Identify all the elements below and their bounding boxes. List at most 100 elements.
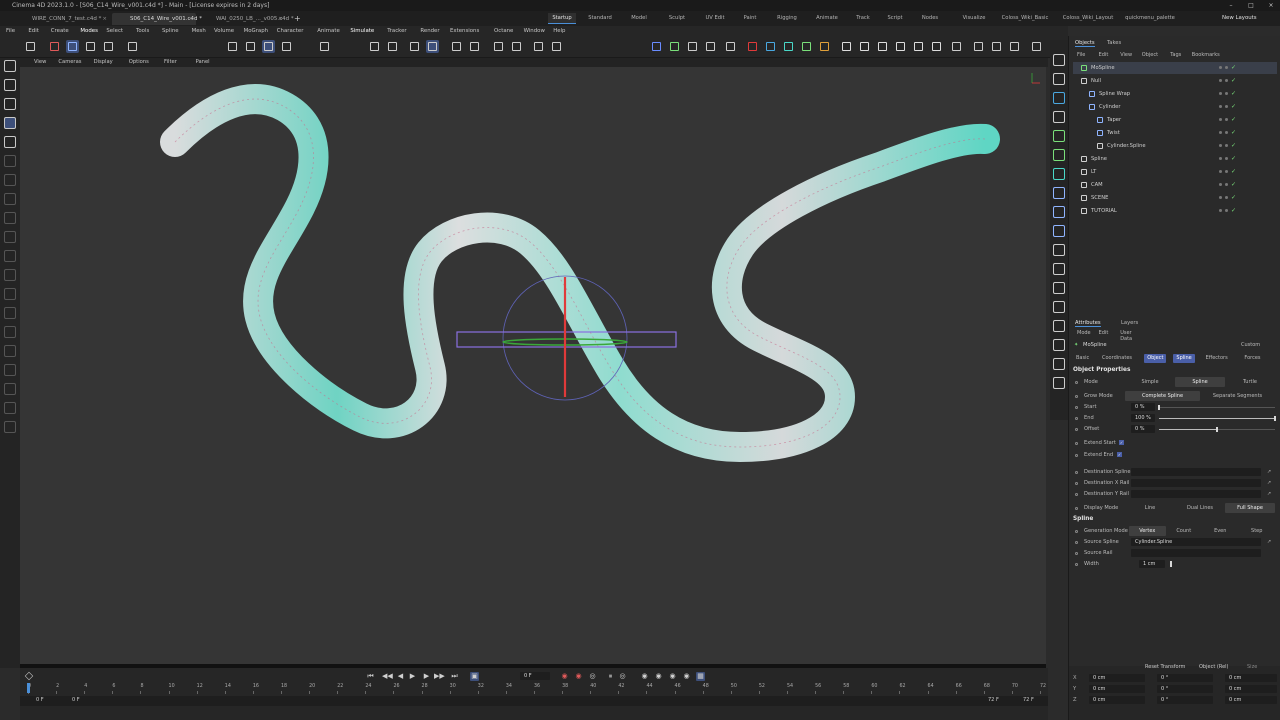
rotate-tool-icon[interactable] bbox=[4, 117, 16, 129]
layout-tab-startup[interactable]: Startup bbox=[548, 13, 576, 24]
viewport-menu-filter[interactable]: Filter bbox=[164, 58, 177, 67]
null-icon[interactable] bbox=[1053, 73, 1065, 85]
objects-menu-edit[interactable]: Edit bbox=[1099, 52, 1109, 58]
tree-item-spline[interactable]: Spline ✓ bbox=[1073, 153, 1277, 165]
rotate-button[interactable] bbox=[126, 40, 139, 53]
sky-button[interactable] bbox=[912, 40, 925, 53]
display-mode-option-line[interactable]: Line bbox=[1125, 503, 1175, 513]
deformer-button[interactable] bbox=[724, 40, 737, 53]
subtab-forces[interactable]: Forces bbox=[1241, 354, 1263, 363]
hair-icon[interactable] bbox=[1053, 282, 1065, 294]
animate-dot-icon[interactable] bbox=[1075, 492, 1078, 496]
doc-tab[interactable]: WAI_0250_LB_..._v005.c4d * × bbox=[198, 13, 294, 25]
material-button[interactable] bbox=[800, 40, 813, 53]
play-motion-icon[interactable]: ⏸ bbox=[606, 672, 615, 681]
layout-tab-model[interactable]: Model bbox=[624, 13, 654, 24]
keyframe-pos-icon[interactable]: ◉ bbox=[640, 672, 649, 681]
viewport-menu-cameras[interactable]: Cameras bbox=[58, 58, 81, 67]
film-button[interactable] bbox=[950, 40, 963, 53]
render-dots-icon[interactable] bbox=[1225, 105, 1228, 108]
magnet-tool-icon[interactable] bbox=[4, 288, 16, 300]
go-start-icon[interactable]: ⏮ bbox=[366, 672, 375, 681]
gear-button[interactable] bbox=[930, 40, 943, 53]
simulation-icon[interactable] bbox=[1053, 301, 1065, 313]
tag-button[interactable] bbox=[818, 40, 831, 53]
camera-create-icon[interactable] bbox=[1053, 263, 1065, 275]
tree-item-cylinder[interactable]: Cylinder ✓ bbox=[1073, 101, 1277, 113]
text-create-icon[interactable] bbox=[1053, 111, 1065, 123]
new-layouts-button[interactable]: New Layouts bbox=[1222, 13, 1257, 24]
render-dots-icon[interactable] bbox=[1225, 196, 1228, 199]
attributes-menu-user-data[interactable]: User Data bbox=[1120, 330, 1132, 342]
doc-tab[interactable]: WIRE_CONN_7_test.c4d * × bbox=[14, 13, 110, 25]
mograph-button[interactable] bbox=[704, 40, 717, 53]
animate-dot-icon[interactable] bbox=[1075, 416, 1078, 420]
menu-octane[interactable]: Octane bbox=[494, 26, 513, 36]
tree-item-spline-wrap[interactable]: Spline Wrap ✓ bbox=[1073, 88, 1277, 100]
width-slider-knob[interactable] bbox=[1170, 561, 1172, 567]
sun-button[interactable] bbox=[858, 40, 871, 53]
subdiv-button[interactable] bbox=[532, 40, 545, 53]
menu-animate[interactable]: Animate bbox=[317, 26, 340, 36]
keyframe-rot-icon[interactable]: ◉ bbox=[654, 672, 663, 681]
menu-simulate[interactable]: Simulate bbox=[350, 26, 374, 36]
layout-tab-animate[interactable]: Animate bbox=[812, 13, 842, 24]
keyframe-param-icon[interactable]: ◉ bbox=[682, 672, 691, 681]
search-icon[interactable] bbox=[4, 60, 16, 72]
enabled-check-icon[interactable]: ✓ bbox=[1231, 179, 1236, 191]
dest-link-field-1[interactable] bbox=[1131, 479, 1261, 487]
deformer-create-icon[interactable] bbox=[1053, 168, 1065, 180]
grid-snap-button[interactable] bbox=[426, 40, 439, 53]
visibility-dots-icon[interactable] bbox=[1219, 157, 1222, 160]
undo-button[interactable] bbox=[24, 40, 37, 53]
layout-tab-quickmenu-palette[interactable]: quickmenu_palette bbox=[1122, 13, 1178, 24]
animate-dot-icon[interactable] bbox=[1075, 562, 1078, 566]
attributes-menu-edit[interactable]: Edit bbox=[1099, 330, 1109, 336]
subtab-coordinates[interactable]: Coordinates bbox=[1099, 354, 1135, 363]
cloner-create-icon[interactable] bbox=[1053, 130, 1065, 142]
field-create-icon[interactable] bbox=[1053, 187, 1065, 199]
animate-dot-icon[interactable] bbox=[1075, 427, 1078, 431]
menu-character[interactable]: Character bbox=[277, 26, 304, 36]
layout-tab-nodes[interactable]: Nodes bbox=[914, 13, 946, 24]
coord-scale-field[interactable]: 0 cm bbox=[1225, 674, 1277, 682]
render-dots-icon[interactable] bbox=[1225, 209, 1228, 212]
menu-window[interactable]: Window bbox=[524, 26, 545, 36]
render-queue-button[interactable] bbox=[1008, 40, 1021, 53]
render-dots-icon[interactable] bbox=[1225, 144, 1228, 147]
menu-modes[interactable]: Modes bbox=[80, 26, 98, 36]
workplane-button[interactable] bbox=[510, 40, 523, 53]
go-end-icon[interactable]: ⏭ bbox=[450, 672, 459, 681]
visibility-dots-icon[interactable] bbox=[1219, 79, 1222, 82]
playhead[interactable] bbox=[27, 683, 30, 693]
frame-range-bar[interactable]: 0 F 0 F 72 F 72 F bbox=[20, 696, 1048, 706]
record-button[interactable] bbox=[746, 40, 759, 53]
cube-create-icon[interactable] bbox=[1053, 92, 1065, 104]
new-tab-button[interactable]: + bbox=[294, 13, 301, 24]
menu-spline[interactable]: Spline bbox=[162, 26, 179, 36]
generation-mode-option-count[interactable]: Count bbox=[1166, 526, 1203, 536]
end-field[interactable]: 100 % bbox=[1131, 414, 1155, 422]
viewport[interactable] bbox=[20, 67, 1046, 664]
viewport-menu-display[interactable]: Display bbox=[94, 58, 113, 67]
objects-menu-bookmarks[interactable]: Bookmarks bbox=[1192, 52, 1220, 58]
coord-position-field[interactable]: 0 cm bbox=[1089, 674, 1145, 682]
magnet-button[interactable] bbox=[368, 40, 381, 53]
coord-rotation-field[interactable]: 0 ° bbox=[1157, 696, 1213, 704]
animate-dot-icon[interactable] bbox=[1075, 453, 1078, 457]
visibility-dots-icon[interactable] bbox=[1219, 170, 1222, 173]
menu-create[interactable]: Create bbox=[51, 26, 69, 36]
enabled-check-icon[interactable]: ✓ bbox=[1231, 62, 1236, 74]
minimize-icon[interactable]: – bbox=[1222, 0, 1240, 11]
menu-tracker[interactable]: Tracker bbox=[387, 26, 406, 36]
live-select-icon[interactable] bbox=[4, 79, 16, 91]
visibility-dots-icon[interactable] bbox=[1219, 118, 1222, 121]
coord-size-dropdown[interactable]: Size bbox=[1247, 664, 1257, 670]
menu-select[interactable]: Select bbox=[106, 26, 123, 36]
timeline-window-icon[interactable]: ▦ bbox=[696, 672, 705, 681]
subtab-spline[interactable]: Spline bbox=[1173, 354, 1195, 363]
knife-icon[interactable] bbox=[4, 174, 16, 186]
offset-field[interactable]: 0 % bbox=[1131, 425, 1155, 433]
viewport-menu-options[interactable]: Options bbox=[129, 58, 149, 67]
coord-mode-dropdown[interactable]: Object (Rel) bbox=[1199, 664, 1229, 670]
